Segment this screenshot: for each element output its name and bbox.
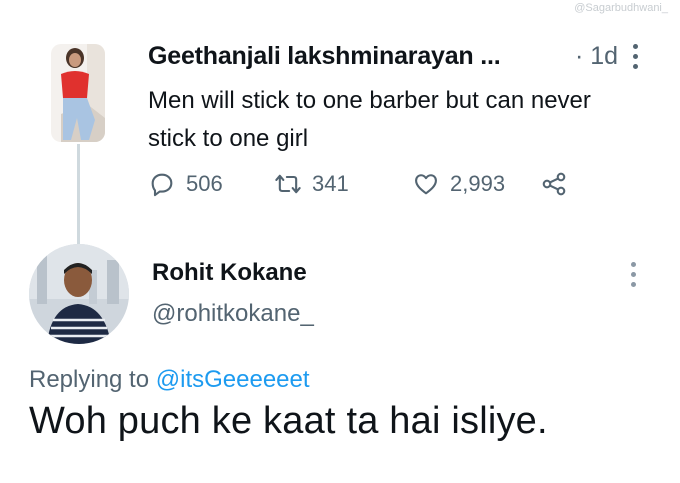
tweet-timestamp[interactable]: · 1d [575, 42, 618, 71]
retweet-icon [275, 174, 301, 194]
profile-photo [29, 244, 129, 344]
avatar[interactable] [51, 44, 105, 142]
watermark: @Sagarbudhwani_ [574, 2, 668, 14]
replying-to: Replying to @itsGeeeeeet [29, 366, 310, 394]
reply-button[interactable]: 506 [148, 170, 223, 198]
like-button[interactable]: 2,993 [412, 170, 505, 198]
share-icon [542, 172, 566, 196]
like-count: 2,993 [450, 171, 506, 196]
share-button[interactable] [540, 170, 568, 198]
profile-photo [51, 44, 105, 142]
tweet-text: Men will stick to one barber but can nev… [148, 87, 591, 152]
replying-to-label: Replying to [29, 366, 150, 393]
reply-count: 506 [186, 171, 223, 196]
tweet-text: Woh puch ke kaat ta hai isliye. [29, 400, 548, 442]
thread-line [77, 144, 80, 244]
retweet-count: 341 [312, 171, 349, 196]
mention-link[interactable]: @itsGeeeeeet [156, 366, 310, 393]
author-handle[interactable]: @rohitkokane_ [152, 300, 314, 328]
more-icon[interactable] [630, 262, 638, 288]
retweet-button[interactable]: 341 [274, 170, 349, 198]
like-icon [415, 174, 437, 195]
author-name[interactable]: Geethanjali lakshminarayan ... [148, 42, 501, 71]
author-name[interactable]: Rohit Kokane [152, 259, 307, 287]
avatar[interactable] [29, 244, 129, 344]
reply-icon [151, 173, 173, 197]
more-icon[interactable] [632, 44, 640, 70]
